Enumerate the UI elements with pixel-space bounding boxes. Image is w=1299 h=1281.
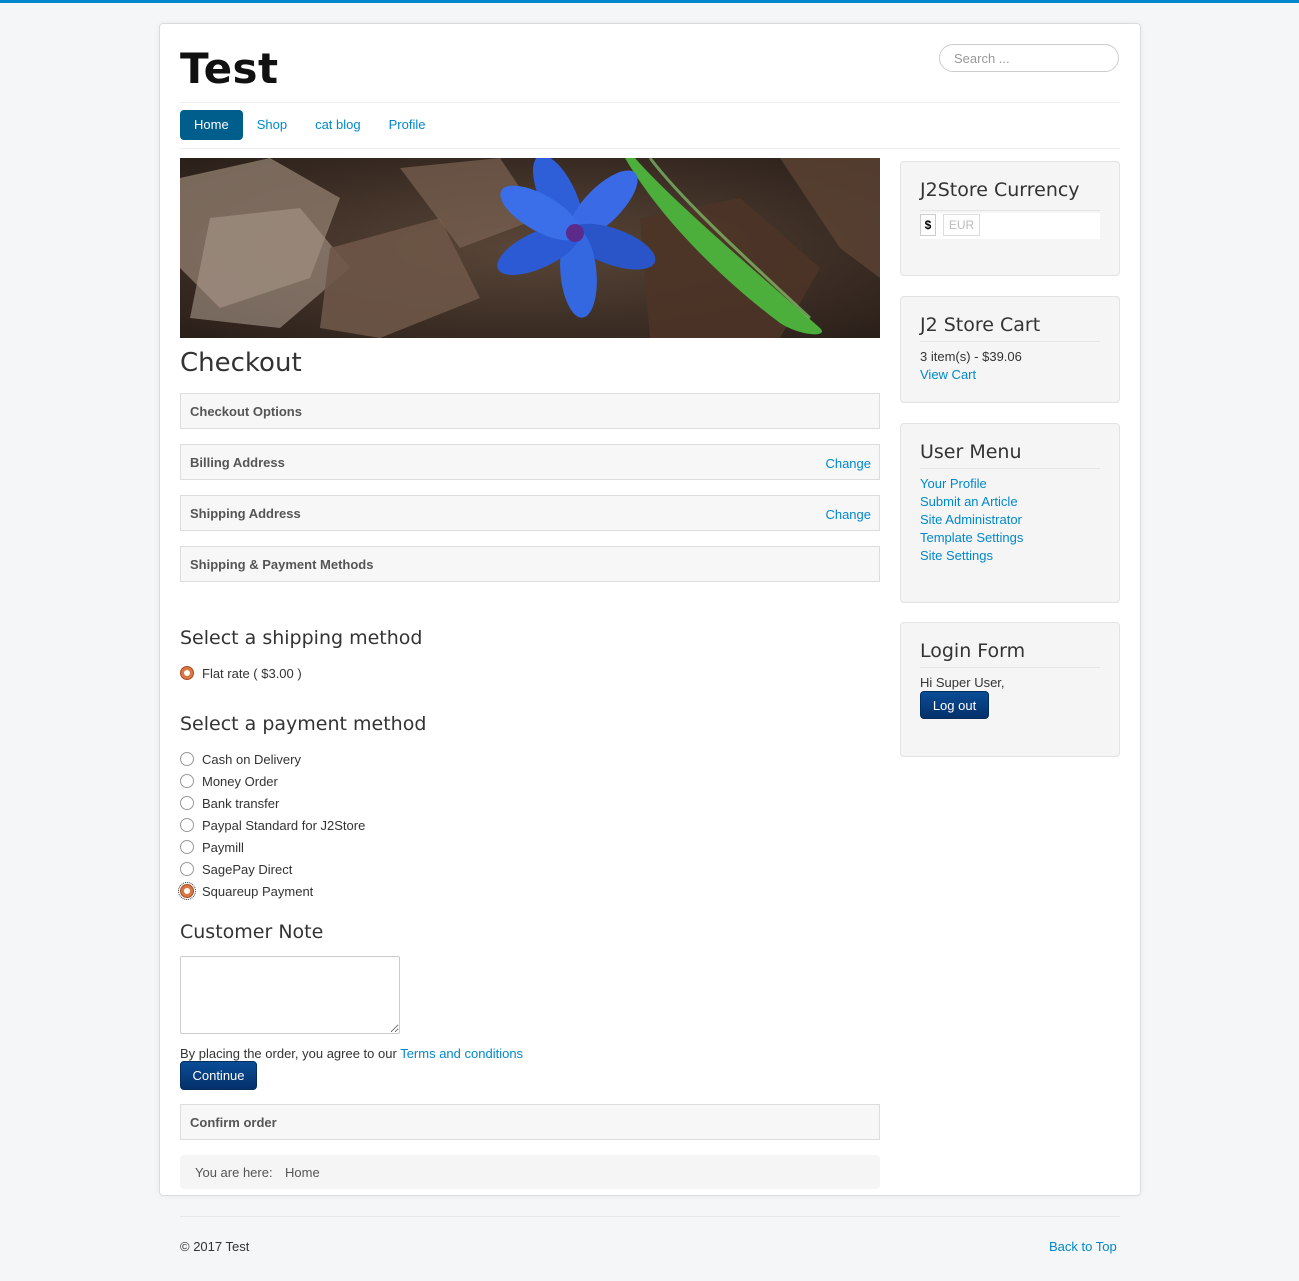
terms-notice: By placing the order, you agree to our T…: [180, 1046, 523, 1061]
radio-button[interactable]: [180, 666, 194, 680]
option-label: Bank transfer: [202, 795, 280, 811]
payment-option-cash-on-delivery[interactable]: Cash on Delivery: [180, 750, 301, 768]
module-title: J2Store Currency: [920, 179, 1080, 201]
customer-note-heading: Customer Note: [180, 921, 324, 943]
user-menu-item-your-profile[interactable]: Your Profile: [920, 476, 987, 491]
payment-method-heading: Select a payment method: [180, 713, 427, 735]
user-menu-module: User Menu Your Profile Submit an Article…: [900, 423, 1120, 603]
terms-text: By placing the order, you agree to our: [180, 1046, 397, 1061]
module-title: User Menu: [920, 441, 1022, 463]
site-body: Test Home Shop cat blog Profile: [159, 23, 1141, 1196]
panel-title: Checkout Options: [190, 404, 302, 419]
breadcrumb-item-home[interactable]: Home: [285, 1165, 320, 1180]
radio-button[interactable]: [180, 752, 194, 766]
nav-item-profile[interactable]: Profile: [375, 110, 440, 140]
option-label: Squareup Payment: [202, 883, 314, 899]
banner-flower-photo: [180, 158, 880, 338]
panel-title: Shipping & Payment Methods: [190, 557, 374, 572]
login-greeting: Hi Super User,: [920, 675, 1005, 690]
login-module: Login Form Hi Super User, Log out: [900, 622, 1120, 757]
module-divider: [920, 341, 1100, 342]
user-menu-item-site-administrator[interactable]: Site Administrator: [920, 512, 1022, 527]
panel-checkout-options[interactable]: Checkout Options: [180, 393, 880, 429]
shipping-method-heading: Select a shipping method: [180, 627, 423, 649]
panel-shipping-address: Shipping Address Change: [180, 495, 880, 531]
payment-option-bank-transfer[interactable]: Bank transfer: [180, 794, 279, 812]
shipping-change-link[interactable]: Change: [825, 507, 871, 522]
panel-title: Shipping Address: [190, 506, 301, 521]
module-divider: [920, 210, 1100, 211]
currency-usd-button[interactable]: $: [920, 214, 936, 236]
currency-switcher: $ EUR: [920, 213, 1100, 239]
shipping-option-flat-rate[interactable]: Flat rate ( $3.00 ): [180, 664, 302, 682]
breadcrumb-label: You are here:: [195, 1165, 273, 1180]
back-to-top-link[interactable]: Back to Top: [1049, 1239, 1117, 1254]
nav-item-shop[interactable]: Shop: [243, 110, 301, 140]
footer-divider: [180, 1216, 1120, 1217]
payment-option-paymill[interactable]: Paymill: [180, 838, 244, 856]
nav-item-home[interactable]: Home: [180, 110, 243, 140]
banner-image: [180, 158, 880, 338]
main-nav: Home Shop cat blog Profile: [180, 110, 439, 140]
panel-shipping-payment-methods: Shipping & Payment Methods: [180, 546, 880, 582]
footer-copyright: © 2017 Test: [180, 1239, 250, 1254]
page-title: Checkout: [180, 348, 302, 378]
logout-button[interactable]: Log out: [920, 691, 989, 719]
radio-button[interactable]: [180, 774, 194, 788]
user-menu-item-site-settings[interactable]: Site Settings: [920, 548, 993, 563]
customer-note-textarea[interactable]: [180, 956, 400, 1034]
user-menu-item-template-settings[interactable]: Template Settings: [920, 530, 1023, 545]
panel-confirm-order[interactable]: Confirm order: [180, 1104, 880, 1140]
continue-button[interactable]: Continue: [180, 1061, 257, 1090]
option-label: Paypal Standard for J2Store: [202, 817, 366, 833]
header-divider: [180, 102, 1120, 103]
nav-divider: [180, 148, 1120, 149]
module-divider: [920, 667, 1100, 668]
module-title: J2 Store Cart: [920, 314, 1041, 336]
radio-button[interactable]: [180, 818, 194, 832]
radio-button[interactable]: [180, 862, 194, 876]
billing-change-link[interactable]: Change: [825, 456, 871, 471]
cart-summary: 3 item(s) - $39.06: [920, 349, 1022, 364]
payment-option-sagepay-direct[interactable]: SagePay Direct: [180, 860, 292, 878]
panel-title: Confirm order: [190, 1115, 277, 1130]
user-menu-item-submit-article[interactable]: Submit an Article: [920, 494, 1018, 509]
option-label: Money Order: [202, 773, 278, 789]
option-label: Cash on Delivery: [202, 751, 301, 767]
option-label: Flat rate ( $3.00 ): [202, 665, 302, 681]
search-input[interactable]: [939, 44, 1119, 72]
site-brand[interactable]: Test: [180, 42, 279, 96]
panel-billing-address: Billing Address Change: [180, 444, 880, 480]
breadcrumb: You are here: Home: [180, 1155, 880, 1189]
radio-button[interactable]: [180, 840, 194, 854]
currency-module: J2Store Currency $ EUR: [900, 161, 1120, 276]
module-title: Login Form: [920, 640, 1026, 662]
view-cart-link[interactable]: View Cart: [920, 367, 976, 382]
radio-button[interactable]: [178, 882, 196, 900]
cart-module: J2 Store Cart 3 item(s) - $39.06 View Ca…: [900, 296, 1120, 403]
currency-eur-button[interactable]: EUR: [943, 214, 980, 236]
payment-option-paypal-standard[interactable]: Paypal Standard for J2Store: [180, 816, 365, 834]
option-label: Paymill: [202, 839, 244, 855]
module-divider: [920, 468, 1100, 469]
payment-option-money-order[interactable]: Money Order: [180, 772, 278, 790]
payment-option-squareup-payment[interactable]: Squareup Payment: [178, 882, 314, 900]
radio-button[interactable]: [180, 796, 194, 810]
terms-link[interactable]: Terms and conditions: [400, 1046, 523, 1061]
nav-item-cat-blog[interactable]: cat blog: [301, 110, 375, 140]
panel-title: Billing Address: [190, 455, 285, 470]
option-label: SagePay Direct: [202, 861, 293, 877]
